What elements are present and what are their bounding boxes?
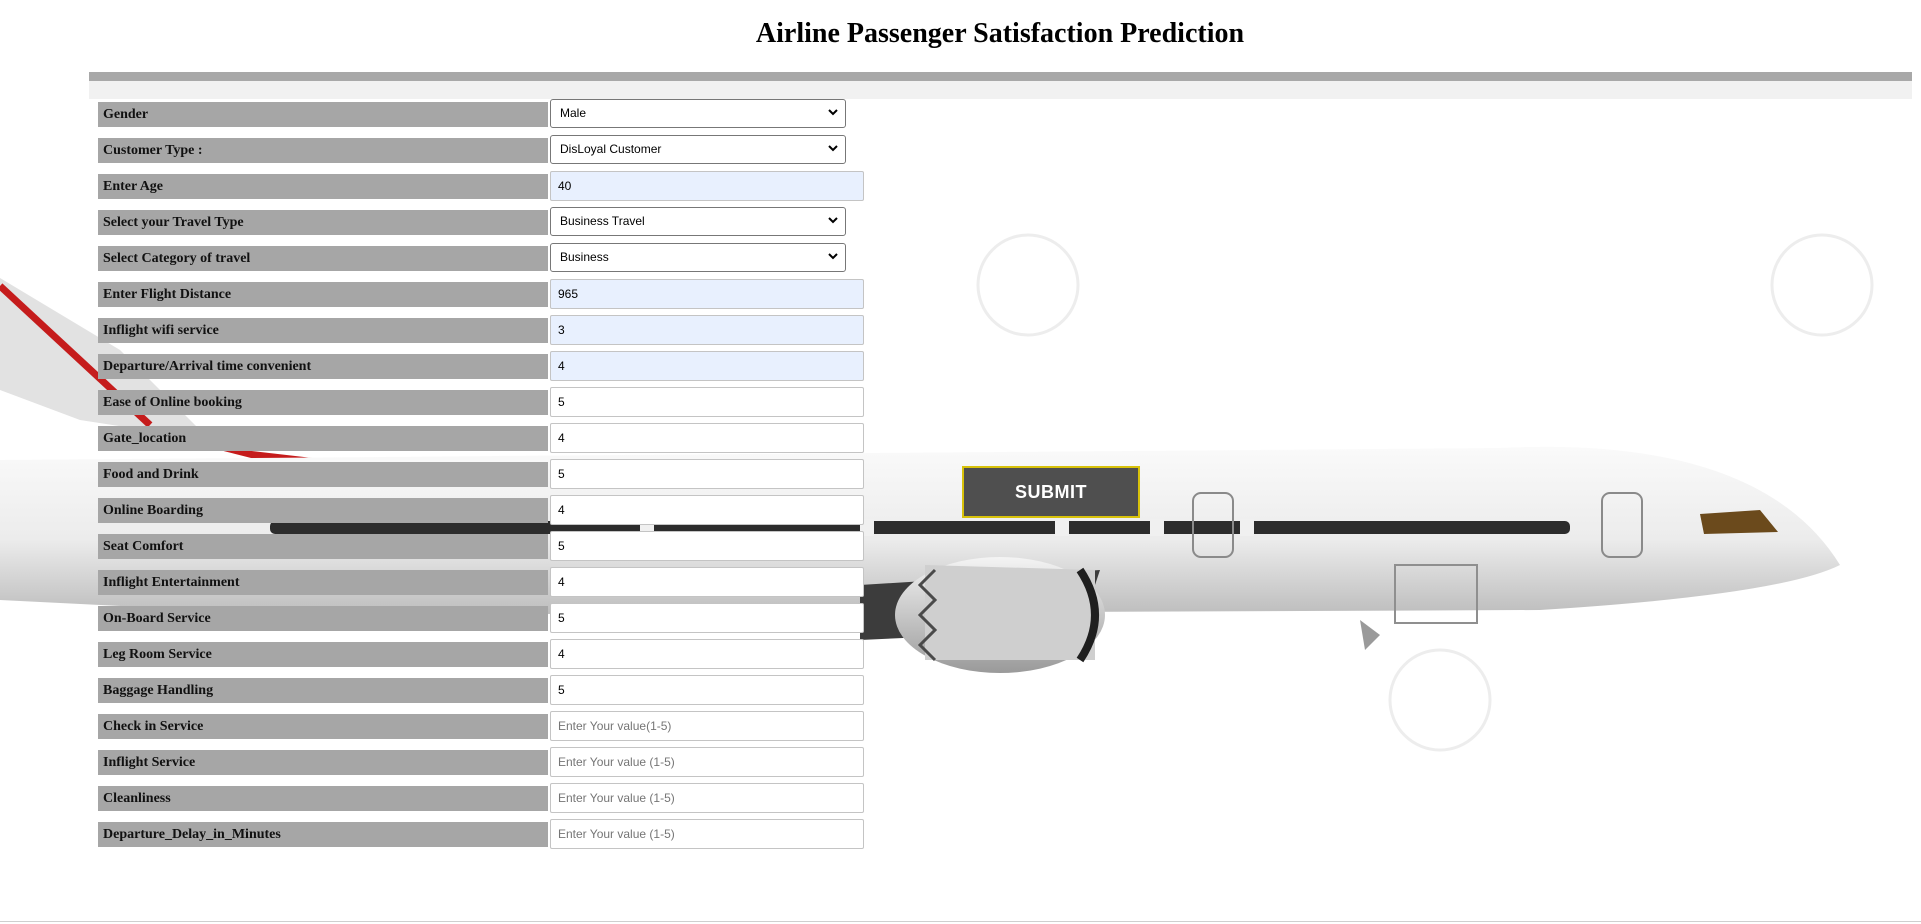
customer-type-select-value: DisLoyal Customer <box>560 142 662 156</box>
gender-select-value: Male <box>560 106 587 120</box>
departure-delay-label: Departure_Delay_in_Minutes <box>98 822 548 847</box>
flight-distance-label: Enter Flight Distance <box>98 282 548 307</box>
row-flight-distance: Enter Flight Distance <box>98 277 864 313</box>
age-input[interactable] <box>550 171 864 201</box>
time-convenient-input[interactable] <box>550 351 864 381</box>
chevron-down-icon <box>828 217 838 224</box>
row-onboard-service: On-Board Service <box>98 601 864 637</box>
checkin-input[interactable] <box>550 711 864 741</box>
baggage-label: Baggage Handling <box>98 678 548 703</box>
row-leg-room: Leg Room Service <box>98 637 864 673</box>
row-departure-delay: Departure_Delay_in_Minutes <box>98 817 864 853</box>
page-divider <box>0 921 1921 922</box>
row-food-drink: Food and Drink <box>98 457 864 493</box>
seat-comfort-input[interactable] <box>550 531 864 561</box>
row-cleanliness: Cleanliness <box>98 781 864 817</box>
departure-delay-input[interactable] <box>550 819 864 849</box>
row-entertainment: Inflight Entertainment <box>98 565 864 601</box>
row-gender: Gender Male <box>98 97 864 133</box>
food-drink-input[interactable] <box>550 459 864 489</box>
leg-room-label: Leg Room Service <box>98 642 548 667</box>
gender-label: Gender <box>98 102 548 127</box>
time-convenient-label: Departure/Arrival time convenient <box>98 354 548 379</box>
row-travel-type: Select your Travel Type Business Travel <box>98 205 864 241</box>
travel-type-label: Select your Travel Type <box>98 210 548 235</box>
age-label: Enter Age <box>98 174 548 199</box>
gate-location-label: Gate_location <box>98 426 548 451</box>
gate-location-input[interactable] <box>550 423 864 453</box>
row-time-convenient: Departure/Arrival time convenient <box>98 349 864 385</box>
inflight-wifi-label: Inflight wifi service <box>98 318 548 343</box>
travel-class-label: Select Category of travel <box>98 246 548 271</box>
row-online-boarding: Online Boarding <box>98 493 864 529</box>
row-inflight-service: Inflight Service <box>98 745 864 781</box>
row-online-booking: Ease of Online booking <box>98 385 864 421</box>
entertainment-input[interactable] <box>550 567 864 597</box>
online-boarding-input[interactable] <box>550 495 864 525</box>
title-divider <box>89 72 1912 81</box>
page-title: Airline Passenger Satisfaction Predictio… <box>755 18 1245 49</box>
prediction-form: Gender Male Customer Type : DisLoyal Cus… <box>98 97 864 853</box>
chevron-down-icon <box>828 253 838 260</box>
onboard-service-label: On-Board Service <box>98 606 548 631</box>
baggage-input[interactable] <box>550 675 864 705</box>
travel-type-select-value: Business Travel <box>560 214 645 228</box>
row-checkin: Check in Service <box>98 709 864 745</box>
inflight-service-input[interactable] <box>550 747 864 777</box>
row-gate-location: Gate_location <box>98 421 864 457</box>
chevron-down-icon <box>828 109 838 116</box>
inflight-service-label: Inflight Service <box>98 750 548 775</box>
checkin-label: Check in Service <box>98 714 548 739</box>
row-seat-comfort: Seat Comfort <box>98 529 864 565</box>
cleanliness-input[interactable] <box>550 783 864 813</box>
entertainment-label: Inflight Entertainment <box>98 570 548 595</box>
chevron-down-icon <box>828 145 838 152</box>
travel-class-select[interactable]: Business <box>550 243 846 272</box>
row-customer-type: Customer Type : DisLoyal Customer <box>98 133 864 169</box>
row-inflight-wifi: Inflight wifi service <box>98 313 864 349</box>
food-drink-label: Food and Drink <box>98 462 548 487</box>
customer-type-label: Customer Type : <box>98 138 548 163</box>
online-boarding-label: Online Boarding <box>98 498 548 523</box>
row-travel-class: Select Category of travel Business <box>98 241 864 277</box>
leg-room-input[interactable] <box>550 639 864 669</box>
travel-class-select-value: Business <box>560 250 609 264</box>
onboard-service-input[interactable] <box>550 603 864 633</box>
submit-button[interactable]: SUBMIT <box>962 466 1140 518</box>
travel-type-select[interactable]: Business Travel <box>550 207 846 236</box>
gender-select[interactable]: Male <box>550 99 846 128</box>
cleanliness-label: Cleanliness <box>98 786 548 811</box>
online-booking-label: Ease of Online booking <box>98 390 548 415</box>
online-booking-input[interactable] <box>550 387 864 417</box>
seat-comfort-label: Seat Comfort <box>98 534 548 559</box>
inflight-wifi-input[interactable] <box>550 315 864 345</box>
row-baggage: Baggage Handling <box>98 673 864 709</box>
customer-type-select[interactable]: DisLoyal Customer <box>550 135 846 164</box>
row-age: Enter Age <box>98 169 864 205</box>
flight-distance-input[interactable] <box>550 279 864 309</box>
